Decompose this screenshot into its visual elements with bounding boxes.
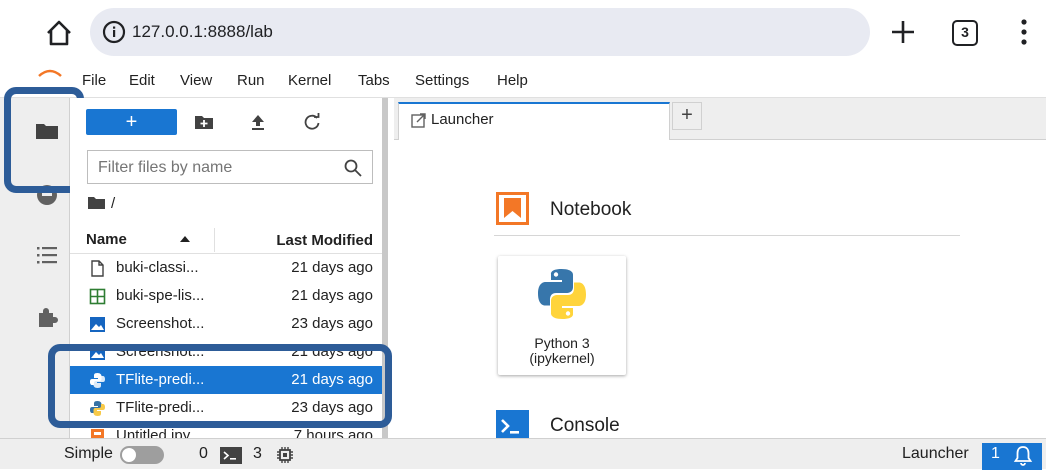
file-name: buki-classi... xyxy=(116,259,199,276)
main-tab-bar: Launcher + xyxy=(394,98,1046,140)
file-modified: 23 days ago xyxy=(291,315,373,332)
bell-icon xyxy=(1013,446,1033,466)
info-icon[interactable] xyxy=(102,20,126,44)
extensions-icon[interactable] xyxy=(34,304,60,330)
section-divider xyxy=(494,235,960,236)
add-tab-button[interactable]: + xyxy=(672,102,702,130)
menu-kernel[interactable]: Kernel xyxy=(288,72,331,89)
notebook-section-icon xyxy=(496,192,529,225)
tab-switcher-button[interactable]: 3 xyxy=(952,20,978,46)
last-modified-column-header[interactable]: Last Modified xyxy=(276,232,373,249)
new-launcher-button[interactable]: + xyxy=(86,109,177,135)
filter-box xyxy=(87,150,373,184)
launcher-tab-icon xyxy=(411,113,426,128)
file-row[interactable]: Screenshot... 23 days ago xyxy=(70,310,382,338)
menu-run[interactable]: Run xyxy=(237,72,265,89)
kernels-count[interactable]: 0 xyxy=(199,445,208,463)
menu-bar: File Edit View Run Kernel Tabs Settings … xyxy=(0,64,1046,98)
kernel-id: (ipykernel) xyxy=(529,350,595,366)
notifications-count: 1 xyxy=(991,445,1000,462)
toggle-knob xyxy=(122,448,136,462)
kernel-card-label: Python 3 (ipykernel) xyxy=(498,336,626,366)
file-list-header: Name Last Modified xyxy=(70,226,382,254)
tab-label: Launcher xyxy=(431,111,494,128)
terminals-count[interactable]: 3 xyxy=(253,445,262,463)
upload-icon[interactable] xyxy=(248,112,268,132)
file-highlight-box xyxy=(48,344,392,428)
url-text: 127.0.0.1:8888/lab xyxy=(132,22,273,41)
console-section-title: Console xyxy=(550,415,620,436)
filter-files-input[interactable] xyxy=(98,157,338,179)
home-icon[interactable] xyxy=(44,18,74,48)
status-bar: Simple 0 3 Launcher 1 xyxy=(0,438,1046,470)
spreadsheet-icon xyxy=(89,288,106,305)
file-row[interactable]: buki-classi... 21 days ago xyxy=(70,254,382,282)
file-modified: 21 days ago xyxy=(291,259,373,276)
notebook-section-title: Notebook xyxy=(550,199,632,220)
name-column-header[interactable]: Name xyxy=(86,231,127,248)
menu-file[interactable]: File xyxy=(82,72,106,89)
simple-mode-toggle[interactable] xyxy=(120,446,164,464)
python3-kernel-card[interactable]: Python 3 (ipykernel) xyxy=(498,256,626,375)
tab-launcher[interactable]: Launcher xyxy=(398,102,670,140)
table-of-contents-icon[interactable] xyxy=(34,242,60,268)
file-name: Screenshot... xyxy=(116,315,205,332)
search-icon xyxy=(344,159,362,177)
menu-edit[interactable]: Edit xyxy=(129,72,155,89)
python-logo-icon xyxy=(538,269,586,319)
simple-mode-label: Simple xyxy=(64,445,113,462)
browser-toolbar: 127.0.0.1:8888/lab 3 xyxy=(0,0,1046,64)
sort-ascending-icon xyxy=(180,236,190,242)
menu-view[interactable]: View xyxy=(180,72,212,89)
notifications-button[interactable]: 1 xyxy=(982,443,1042,470)
active-document-label: Launcher xyxy=(902,445,969,462)
file-icon xyxy=(91,260,104,277)
kernel-status-icon[interactable] xyxy=(276,446,294,464)
breadcrumb-root: / xyxy=(111,195,116,212)
image-icon xyxy=(90,317,105,332)
new-tab-icon[interactable] xyxy=(888,15,918,49)
jupyter-logo-icon xyxy=(38,69,62,77)
file-name: buki-spe-lis... xyxy=(116,287,205,304)
breadcrumb[interactable]: / xyxy=(88,195,115,212)
file-modified: 21 days ago xyxy=(291,287,373,304)
file-row[interactable]: buki-spe-lis... 21 days ago xyxy=(70,282,382,310)
more-options-icon[interactable] xyxy=(1016,17,1032,47)
kernel-name: Python 3 xyxy=(534,335,590,351)
terminal-icon[interactable] xyxy=(220,447,242,464)
address-bar[interactable]: 127.0.0.1:8888/lab xyxy=(90,8,870,56)
menu-help[interactable]: Help xyxy=(497,72,528,89)
menu-tabs[interactable]: Tabs xyxy=(358,72,390,89)
new-folder-icon[interactable] xyxy=(194,112,214,132)
menu-settings[interactable]: Settings xyxy=(415,72,469,89)
folder-icon xyxy=(88,197,105,209)
launcher-panel: Notebook Python 3 (ipykernel) Console xyxy=(394,140,1046,443)
refresh-icon[interactable] xyxy=(302,112,322,132)
column-divider[interactable] xyxy=(214,228,215,252)
